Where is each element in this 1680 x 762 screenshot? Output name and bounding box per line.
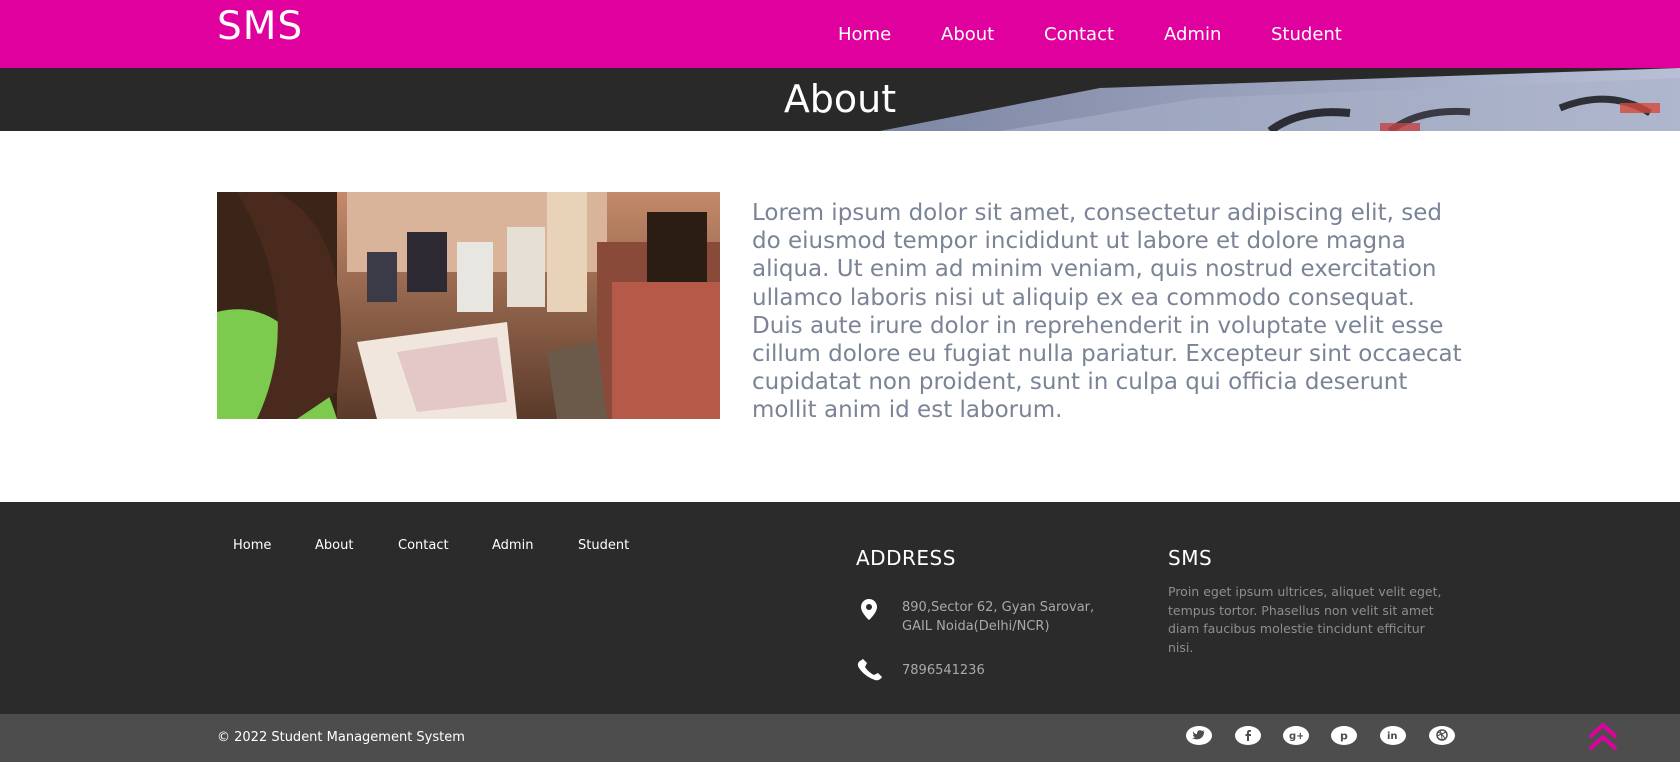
main-nav: Home About Contact Admin Student <box>0 24 1680 48</box>
page-banner: About <box>0 68 1680 131</box>
dribbble-icon[interactable] <box>1429 726 1455 745</box>
page-title: About <box>783 77 897 121</box>
nav-contact[interactable]: Contact <box>1044 24 1114 45</box>
classroom-photo <box>217 192 720 419</box>
copyright-text: © 2022 Student Management System <box>217 730 465 745</box>
address-line-2: GAIL Noida(Delhi/NCR) <box>902 619 1050 634</box>
footer-nav-about[interactable]: About <box>315 538 353 553</box>
footer-nav-home[interactable]: Home <box>233 538 271 553</box>
about-paragraph: Lorem ipsum dolor sit amet, consectetur … <box>752 200 1462 424</box>
nav-about[interactable]: About <box>941 24 994 45</box>
map-pin-icon <box>858 598 884 624</box>
twitter-icon[interactable] <box>1186 726 1212 745</box>
footer: Home About Contact Admin Student ADDRESS… <box>0 502 1680 714</box>
footer-nav-contact[interactable]: Contact <box>398 538 449 553</box>
top-navbar: SMS Home About Contact Admin Student <box>0 0 1680 68</box>
double-chevron-up-icon[interactable] <box>1589 720 1617 754</box>
svg-text:g+: g+ <box>1289 731 1303 742</box>
sms-description: Proin eget ipsum ultrices, aliquet velit… <box>1168 584 1442 655</box>
address-line-1: 890,Sector 62, Gyan Sarovar, <box>902 600 1095 615</box>
google-plus-icon[interactable]: g+ <box>1283 726 1309 745</box>
footer-nav-student[interactable]: Student <box>578 538 629 553</box>
phone-number: 7896541236 <box>902 663 985 678</box>
linkedin-icon[interactable]: in <box>1380 726 1406 745</box>
pinterest-icon[interactable]: p <box>1331 726 1357 745</box>
bottom-bar: © 2022 Student Management System g+ p in <box>0 714 1680 762</box>
nav-student[interactable]: Student <box>1271 24 1342 45</box>
address-heading: ADDRESS <box>856 546 956 570</box>
facebook-icon[interactable] <box>1235 726 1261 745</box>
sms-heading: SMS <box>1168 546 1213 570</box>
nav-admin[interactable]: Admin <box>1164 24 1221 45</box>
svg-text:in: in <box>1387 731 1398 742</box>
svg-text:p: p <box>1340 730 1348 743</box>
phone-icon <box>856 659 882 685</box>
nav-home[interactable]: Home <box>838 24 891 45</box>
footer-nav-admin[interactable]: Admin <box>492 538 533 553</box>
